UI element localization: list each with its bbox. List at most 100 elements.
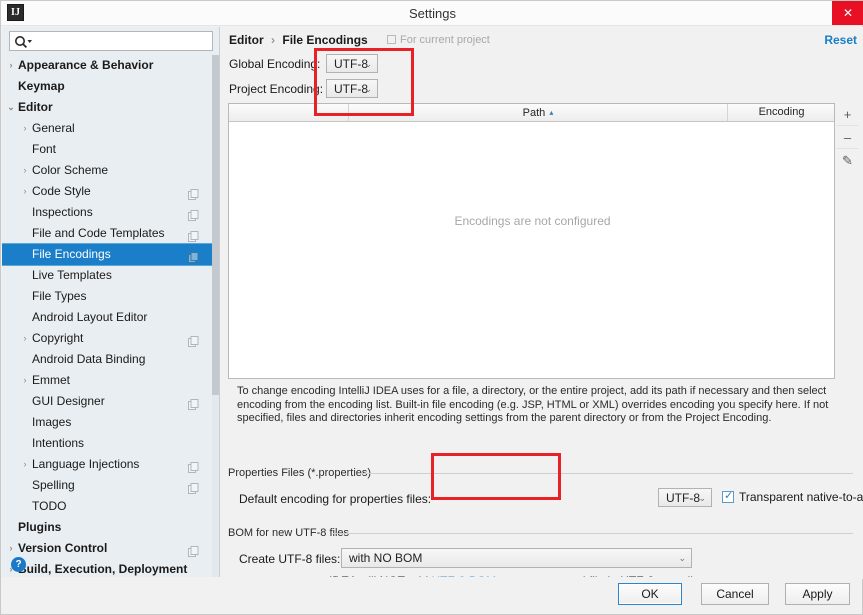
sidebar-item-todo[interactable]: TODO xyxy=(2,496,213,517)
sidebar-item-label: Color Scheme xyxy=(32,163,109,177)
sidebar-item-label: TODO xyxy=(32,499,67,513)
encodings-table[interactable]: Path ▴ Encoding Encodings are not configu… xyxy=(228,103,835,379)
chevron-down-icon: ⌄ xyxy=(364,59,372,69)
table-header: Path ▴ Encoding xyxy=(229,104,834,122)
global-encoding-label: Global Encoding: xyxy=(229,57,321,71)
sidebar-item-label: Plugins xyxy=(18,520,62,534)
default-properties-encoding-label: Default encoding for properties files: xyxy=(239,492,432,506)
chevron-right-icon[interactable]: › xyxy=(18,454,32,475)
chevron-right-icon[interactable]: › xyxy=(4,55,18,76)
default-properties-encoding-select[interactable]: UTF-8 ⌄ xyxy=(658,488,712,507)
sidebar-item-label: Editor xyxy=(18,100,53,114)
settings-sidebar: › Appearance & Behavior Keymap ⌄ Editor › Gene… xyxy=(2,27,220,579)
properties-files-divider xyxy=(358,473,853,474)
search-input[interactable] xyxy=(36,33,208,49)
create-utf8-files-value: with NO BOM xyxy=(349,551,423,565)
sidebar-item-version-control[interactable]: › Version Control xyxy=(2,538,213,559)
transparent-native-to-ascii-checkbox[interactable]: Transparent native-to-ascii conversion xyxy=(722,489,863,504)
search-box[interactable] xyxy=(9,31,213,51)
sidebar-item-live-templates[interactable]: Live Templates xyxy=(2,265,213,286)
global-encoding-select[interactable]: UTF-8 ⌄ xyxy=(326,54,378,73)
default-properties-encoding-value: UTF-8 xyxy=(666,491,700,505)
chevron-right-icon[interactable]: › xyxy=(4,538,18,559)
sidebar-item-gui-designer[interactable]: GUI Designer xyxy=(2,391,213,412)
sidebar-item-android-layout-editor[interactable]: Android Layout Editor xyxy=(2,307,213,328)
sidebar-item-build-execution-deployment[interactable]: › Build, Execution, Deployment xyxy=(2,559,213,579)
sidebar-scrollbar-thumb[interactable] xyxy=(212,55,219,395)
settings-tree[interactable]: › Appearance & Behavior Keymap ⌄ Editor › Gene… xyxy=(2,55,213,579)
reset-link[interactable]: Reset xyxy=(824,33,857,47)
project-scope-icon xyxy=(387,35,396,44)
sidebar-item-language-injections[interactable]: › Language Injections xyxy=(2,454,213,475)
chevron-right-icon[interactable]: › xyxy=(18,160,32,181)
apply-button[interactable]: Apply xyxy=(785,583,850,605)
sidebar-item-label: Version Control xyxy=(18,541,108,555)
properties-files-group-title: Properties Files (*.properties) xyxy=(228,467,372,479)
table-column-path[interactable]: Path ▴ xyxy=(349,104,728,121)
sidebar-item-android-data-binding[interactable]: Android Data Binding xyxy=(2,349,213,370)
chevron-right-icon[interactable]: › xyxy=(18,181,32,202)
sidebar-item-file-and-code-templates[interactable]: File and Code Templates xyxy=(2,223,213,244)
sidebar-item-font[interactable]: Font xyxy=(2,139,213,160)
chevron-right-icon[interactable]: › xyxy=(18,328,32,349)
sidebar-scrollbar-track[interactable] xyxy=(212,55,219,579)
sidebar-item-spelling[interactable]: Spelling xyxy=(2,475,213,496)
copy-settings-icon xyxy=(188,480,199,494)
sidebar-item-color-scheme[interactable]: › Color Scheme xyxy=(2,160,213,181)
add-button[interactable]: + xyxy=(836,103,859,126)
copy-settings-icon xyxy=(188,543,199,557)
sidebar-item-general[interactable]: › General xyxy=(2,118,213,139)
chevron-down-icon[interactable]: ⌄ xyxy=(4,97,18,118)
sidebar-item-label: Build, Execution, Deployment xyxy=(18,562,188,576)
ok-button[interactable]: OK xyxy=(618,583,682,605)
breadcrumb-root[interactable]: Editor xyxy=(229,33,264,47)
sidebar-item-label: Images xyxy=(32,415,72,429)
sidebar-item-keymap[interactable]: Keymap xyxy=(2,76,213,97)
table-column-encoding[interactable]: Encoding xyxy=(728,104,835,121)
chevron-right-icon[interactable]: › xyxy=(18,370,32,391)
sidebar-item-code-style[interactable]: › Code Style xyxy=(2,181,213,202)
table-column-blank[interactable] xyxy=(229,104,349,121)
remove-button[interactable]: – xyxy=(836,126,859,149)
sidebar-item-label: Font xyxy=(32,142,57,156)
file-encodings-panel: Editor › File Encodings For current proj… xyxy=(221,27,863,588)
for-current-project-note: For current project xyxy=(387,34,490,46)
sidebar-item-file-encodings[interactable]: File Encodings xyxy=(2,243,213,266)
sidebar-item-plugins[interactable]: Plugins xyxy=(2,517,213,538)
sidebar-item-label: File Types xyxy=(32,289,87,303)
sidebar-item-appearance-behavior[interactable]: › Appearance & Behavior xyxy=(2,55,213,76)
sidebar-item-intentions[interactable]: Intentions xyxy=(2,433,213,454)
chevron-down-icon: ⌄ xyxy=(678,553,686,563)
breadcrumb-leaf: File Encodings xyxy=(282,33,368,47)
edit-button[interactable]: ✎ xyxy=(836,149,859,172)
project-encoding-select[interactable]: UTF-8 ⌄ xyxy=(326,79,378,98)
cancel-button[interactable]: Cancel xyxy=(701,583,769,605)
sidebar-item-label: Intentions xyxy=(32,436,85,450)
create-utf8-files-select[interactable]: with NO BOM ⌄ xyxy=(341,548,692,568)
sidebar-item-editor[interactable]: ⌄ Editor xyxy=(2,97,213,118)
close-icon[interactable]: ✕ xyxy=(832,1,863,25)
help-icon[interactable]: ? xyxy=(11,557,26,572)
sidebar-item-label: File and Code Templates xyxy=(32,226,165,240)
chevron-down-icon: ⌄ xyxy=(698,493,706,503)
sidebar-item-inspections[interactable]: Inspections xyxy=(2,202,213,223)
bom-group-divider xyxy=(333,533,853,534)
sidebar-item-images[interactable]: Images xyxy=(2,412,213,433)
sidebar-item-label: Inspections xyxy=(32,205,93,219)
project-encoding-label: Project Encoding: xyxy=(229,82,324,96)
sidebar-item-emmet[interactable]: › Emmet xyxy=(2,370,213,391)
for-current-project-label: For current project xyxy=(400,34,490,46)
chevron-right-icon[interactable]: › xyxy=(18,118,32,139)
breadcrumb-separator-icon: › xyxy=(271,33,276,47)
window-title: Settings xyxy=(409,6,456,21)
sidebar-item-file-types[interactable]: File Types xyxy=(2,286,213,307)
sidebar-item-copyright[interactable]: › Copyright xyxy=(2,328,213,349)
